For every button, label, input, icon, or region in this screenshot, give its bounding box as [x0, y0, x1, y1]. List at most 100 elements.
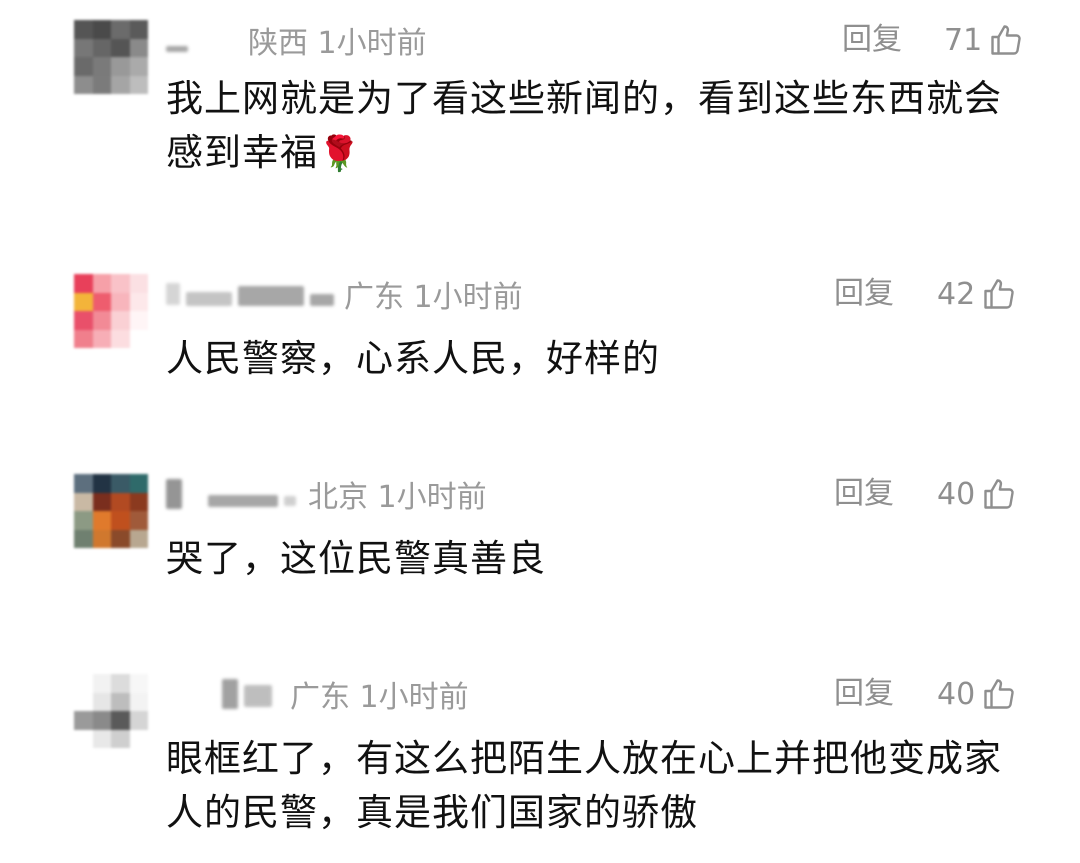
- avatar-pixel: [74, 292, 93, 311]
- avatar-pixel: [129, 674, 148, 693]
- avatar-pixel: [74, 75, 93, 94]
- avatar-pixel: [74, 711, 93, 730]
- avatar-pixel: [129, 292, 148, 311]
- avatar-pixel: [111, 492, 130, 511]
- avatar[interactable]: [74, 274, 148, 348]
- avatar-pixel: [111, 529, 130, 548]
- avatar-pixel: [111, 274, 130, 293]
- avatar-pixel: [74, 692, 93, 711]
- avatar-pixel: [92, 329, 111, 348]
- comment-meta: 陕西 1小时前: [166, 20, 427, 61]
- avatar-pixel: [92, 274, 111, 293]
- avatar-pixel: [74, 20, 93, 39]
- reply-button[interactable]: 回复: [834, 674, 894, 714]
- avatar-pixel: [129, 474, 148, 493]
- avatar-pixel: [111, 674, 130, 693]
- thumbs-up-icon: [984, 679, 1014, 709]
- like-count: 71: [944, 22, 983, 58]
- avatar-pixel: [74, 274, 93, 293]
- region-time: 陕西 1小时前: [248, 26, 427, 61]
- avatar-pixel: [111, 57, 130, 76]
- like-count: 40: [937, 476, 976, 512]
- avatar-pixel: [92, 729, 111, 748]
- comment-text: 眼框红了，有这么把陌生人放在心上并把他变成家人的民警，真是我们国家的骄傲: [166, 737, 1002, 834]
- reply-button[interactable]: 回复: [842, 20, 902, 60]
- avatar-pixel: [92, 292, 111, 311]
- reply-button[interactable]: 回复: [834, 274, 894, 314]
- avatar-pixel: [92, 674, 111, 693]
- avatar-pixel: [129, 274, 148, 293]
- avatar[interactable]: [74, 474, 148, 548]
- avatar-pixel: [92, 692, 111, 711]
- thumbs-up-icon: [984, 479, 1014, 509]
- avatar-pixel: [129, 529, 148, 548]
- avatar-pixel: [111, 692, 130, 711]
- avatar-pixel: [111, 729, 130, 748]
- avatar-pixel: [74, 492, 93, 511]
- like-button[interactable]: 71: [944, 20, 1024, 60]
- comment-text: 哭了，这位民警真善良: [166, 537, 546, 580]
- avatar-pixel: [111, 20, 130, 39]
- avatar-pixel: [74, 511, 93, 530]
- avatar-pixel: [129, 20, 148, 39]
- avatar-pixel: [111, 75, 130, 94]
- reply-button[interactable]: 回复: [834, 474, 894, 514]
- like-button[interactable]: 40: [937, 674, 1017, 714]
- like-count: 40: [937, 676, 976, 712]
- avatar-pixel: [92, 38, 111, 57]
- avatar-pixel: [129, 38, 148, 57]
- avatar-pixel: [92, 711, 111, 730]
- username-redacted[interactable]: [166, 674, 272, 714]
- avatar-pixel: [111, 292, 130, 311]
- like-button[interactable]: 42: [937, 274, 1017, 314]
- avatar-pixel: [92, 57, 111, 76]
- thumbs-up-icon: [991, 25, 1021, 55]
- avatar-pixel: [92, 474, 111, 493]
- rose-emoji-icon: 🌹: [318, 134, 362, 174]
- like-count: 42: [937, 276, 976, 312]
- avatar-pixel: [129, 711, 148, 730]
- comment-meta: 北京 1小时前: [166, 474, 487, 515]
- comment-meta: 广东 1小时前: [166, 274, 523, 315]
- region-time: 广东 1小时前: [344, 280, 523, 315]
- avatar-pixel: [129, 311, 148, 330]
- comment-meta: 广东 1小时前: [166, 674, 469, 715]
- avatar-pixel: [129, 57, 148, 76]
- avatar-pixel: [111, 474, 130, 493]
- avatar-pixel: [129, 492, 148, 511]
- avatar[interactable]: [74, 20, 148, 94]
- avatar-pixel: [111, 38, 130, 57]
- username-redacted[interactable]: [166, 274, 334, 314]
- avatar-pixel: [74, 329, 93, 348]
- thumbs-up-icon: [984, 279, 1014, 309]
- avatar-pixel: [74, 38, 93, 57]
- username-redacted[interactable]: [166, 20, 230, 60]
- avatar-pixel: [74, 674, 93, 693]
- avatar-pixel: [92, 511, 111, 530]
- avatar-pixel: [74, 474, 93, 493]
- like-button[interactable]: 40: [937, 474, 1017, 514]
- avatar-pixel: [74, 57, 93, 76]
- comment-text: 人民警察，心系人民，好样的: [166, 337, 660, 380]
- avatar-pixel: [129, 692, 148, 711]
- avatar-pixel: [129, 75, 148, 94]
- avatar-pixel: [92, 20, 111, 39]
- region-time: 广东 1小时前: [290, 680, 469, 715]
- avatar-pixel: [111, 311, 130, 330]
- avatar-pixel: [92, 311, 111, 330]
- avatar-pixel: [111, 711, 130, 730]
- avatar-pixel: [74, 311, 93, 330]
- avatar-pixel: [74, 729, 93, 748]
- avatar-pixel: [74, 529, 93, 548]
- avatar-pixel: [111, 511, 130, 530]
- username-redacted[interactable]: [166, 474, 296, 514]
- avatar-pixel: [129, 729, 148, 748]
- avatar-pixel: [129, 511, 148, 530]
- avatar-pixel: [129, 329, 148, 348]
- avatar-pixel: [92, 492, 111, 511]
- comment-text: 我上网就是为了看这些新闻的，看到这些东西就会感到幸福🌹: [166, 77, 1002, 174]
- region-time: 北京 1小时前: [308, 480, 487, 515]
- avatar[interactable]: [74, 674, 148, 748]
- avatar-pixel: [92, 75, 111, 94]
- avatar-pixel: [111, 329, 130, 348]
